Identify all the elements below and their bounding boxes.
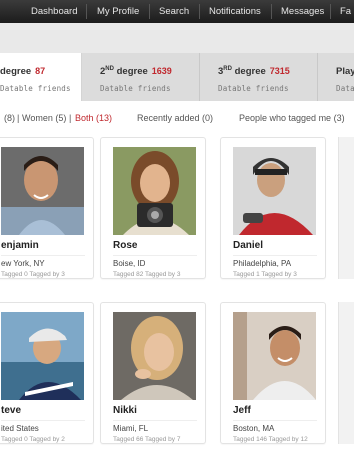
tab-subtitle: Datable friends xyxy=(0,84,71,93)
profile-photo[interactable] xyxy=(233,147,316,235)
profile-card-jeff[interactable]: Jeff Boston, MA Tagged 146 Tagged by 12 xyxy=(220,302,326,444)
nav-divider xyxy=(330,4,331,19)
nav-divider xyxy=(149,4,150,19)
filter-people-who-tagged-me[interactable]: People who tagged me (3) xyxy=(239,113,345,123)
profile-location: Philadelphia, PA xyxy=(233,259,292,268)
tab-1st-degree[interactable]: degree 87 Datable friends xyxy=(0,53,82,101)
filter-recently-added[interactable]: Recently added (0) xyxy=(137,113,213,123)
header-band xyxy=(0,23,354,53)
partial-card-edge xyxy=(338,302,354,444)
top-navigation-bar: Dashboard My Profile Search Notification… xyxy=(0,0,354,23)
profile-tag-stats: Tagged 0 Tagged by 2 xyxy=(1,436,65,443)
profile-card-daniel[interactable]: Daniel Philadelphia, PA Tagged 1 Tagged … xyxy=(220,137,326,279)
filter-both[interactable]: Both (13) xyxy=(75,113,112,123)
tab-subtitle: Datable xyxy=(336,84,354,93)
filter-separator: | xyxy=(69,113,72,123)
card-divider xyxy=(1,255,85,256)
tab-subtitle: Datable friends xyxy=(218,84,289,93)
card-divider xyxy=(113,420,197,421)
profile-photo[interactable] xyxy=(1,147,84,235)
profile-card-nikki[interactable]: Nikki Miami, FL Tagged 66 Tagged by 7 xyxy=(100,302,206,444)
tab-count: 1639 xyxy=(151,66,172,77)
profile-photo[interactable] xyxy=(1,312,84,400)
tab-title: degree xyxy=(116,66,148,78)
profile-name[interactable]: enjamin xyxy=(1,240,39,251)
tab-count: 7315 xyxy=(269,66,290,77)
tab-play[interactable]: Play Datable xyxy=(318,53,354,101)
tab-title: degree xyxy=(0,66,32,77)
profile-tag-stats: Tagged 146 Tagged by 12 xyxy=(233,436,308,443)
profile-card-steve[interactable]: teve ited States Tagged 0 Tagged by 2 xyxy=(0,302,94,444)
nav-divider xyxy=(199,4,200,19)
profile-tag-stats: Tagged 1 Tagged by 3 xyxy=(233,271,297,278)
card-divider xyxy=(113,255,197,256)
tab-title-ordinal: RD xyxy=(223,66,232,72)
nav-search-link[interactable]: Search xyxy=(159,0,189,23)
profile-location: Boston, MA xyxy=(233,424,275,433)
tab-count: 87 xyxy=(35,66,46,76)
nav-messages-link[interactable]: Messages xyxy=(281,0,324,23)
profile-name[interactable]: Jeff xyxy=(233,405,251,416)
profile-name[interactable]: teve xyxy=(1,405,21,416)
card-divider xyxy=(233,255,317,256)
tab-3rd-degree[interactable]: 3RD degree 7315 Datable friends xyxy=(200,53,318,101)
main-content: (8) | Women (5) | Both (13) Recently add… xyxy=(0,101,354,460)
nav-notifications-link[interactable]: Notifications xyxy=(209,0,261,23)
nav-favorites-link[interactable]: Fa xyxy=(340,0,351,23)
profile-card-benjamin[interactable]: enjamin ew York, NY Tagged 0 Tagged by 3 xyxy=(0,137,94,279)
profile-photo[interactable] xyxy=(113,312,196,400)
profile-card-rose[interactable]: Rose Boise, ID Tagged 82 Tagged by 3 xyxy=(100,137,206,279)
profile-tag-stats: Tagged 0 Tagged by 3 xyxy=(1,271,65,278)
tab-subtitle: Datable friends xyxy=(100,84,171,93)
tab-title-ordinal: ND xyxy=(105,66,114,72)
partial-card-edge xyxy=(338,137,354,279)
profile-location: Miami, FL xyxy=(113,424,149,433)
profile-tag-stats: Tagged 66 Tagged by 7 xyxy=(113,436,181,443)
tab-2nd-degree[interactable]: 2ND degree 1639 Datable friends xyxy=(82,53,200,101)
nav-divider xyxy=(271,4,272,19)
profile-name[interactable]: Rose xyxy=(113,240,137,251)
nav-divider xyxy=(86,4,87,19)
profile-location: ew York, NY xyxy=(1,259,45,268)
filter-bar: (8) | Women (5) | Both (13) Recently add… xyxy=(0,113,354,127)
profile-name[interactable]: Daniel xyxy=(233,240,263,251)
profile-location: ited States xyxy=(1,424,39,433)
profile-tag-stats: Tagged 82 Tagged by 3 xyxy=(113,271,181,278)
card-divider xyxy=(233,420,317,421)
tab-title: Play xyxy=(336,66,354,77)
filter-separator: | xyxy=(17,113,20,123)
profile-photo[interactable] xyxy=(233,312,316,400)
nav-my-profile-link[interactable]: My Profile xyxy=(97,0,139,23)
degree-tabs: degree 87 Datable friends 2ND degree 1639 … xyxy=(0,53,354,101)
filter-men[interactable]: (8) xyxy=(4,113,15,123)
nav-dashboard-link[interactable]: Dashboard xyxy=(31,0,77,23)
profile-name[interactable]: Nikki xyxy=(113,405,137,416)
tab-title: degree xyxy=(234,66,266,78)
profile-photo[interactable] xyxy=(113,147,196,235)
profile-location: Boise, ID xyxy=(113,259,146,268)
card-divider xyxy=(1,420,85,421)
filter-women[interactable]: Women (5) xyxy=(22,113,66,123)
